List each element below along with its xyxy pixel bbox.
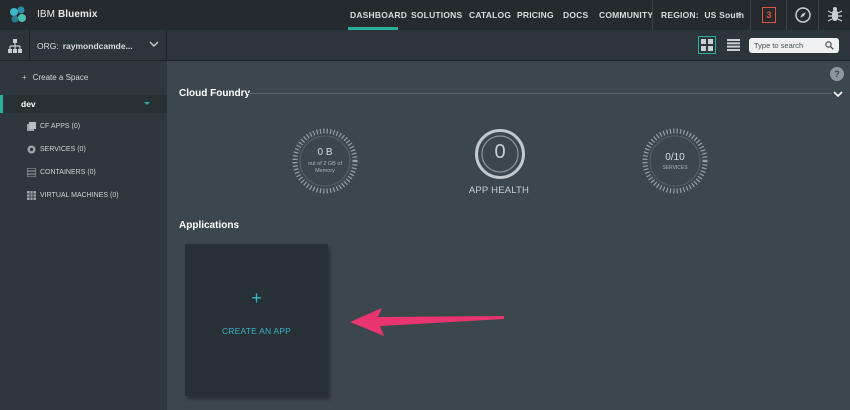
bug-avatar-icon xyxy=(827,7,843,22)
nav-separator xyxy=(750,0,751,30)
chevron-down-icon[interactable] xyxy=(148,38,160,50)
create-space-link[interactable]: + Create a Space xyxy=(22,73,88,82)
account-button[interactable] xyxy=(818,0,850,30)
memory-gauge[interactable]: 0 B out of 2 GB of Memory xyxy=(292,128,358,194)
sidebar-item-virtual-machines[interactable]: VIRTUAL MACHINES (0) xyxy=(27,191,119,200)
list-icon xyxy=(726,39,740,51)
active-indicator xyxy=(0,95,3,113)
sidebar: + Create a Space dev CF APPS (0) SERVICES… xyxy=(0,61,167,410)
brand-name[interactable]: IBM Bluemix xyxy=(37,9,98,20)
org-name: ORG: raymondcamde... xyxy=(37,41,133,51)
top-navigation-bar: IBM Bluemix DASHBOARD SOLUTIONS CATALOG … xyxy=(0,0,850,30)
region-selector[interactable]: REGION: US South xyxy=(661,10,744,20)
nav-solutions[interactable]: SOLUTIONS xyxy=(411,10,462,20)
sidebar-item-space-dev[interactable]: dev xyxy=(0,95,167,113)
notifications-button[interactable]: 3 xyxy=(752,0,786,30)
nav-community[interactable]: COMMUNITY xyxy=(599,10,653,20)
nav-pricing[interactable]: PRICING xyxy=(517,10,554,20)
section-title-applications: Applications xyxy=(179,220,240,231)
space-name: dev xyxy=(21,99,36,109)
grid-icon xyxy=(701,39,713,51)
memory-sub1: out of 2 GB of xyxy=(308,161,342,167)
notification-count: 3 xyxy=(762,7,776,23)
compass-icon xyxy=(795,7,811,23)
section-title-cloud-foundry: Cloud Foundry xyxy=(179,88,251,99)
sidebar-item-cf-apps[interactable]: CF APPS (0) xyxy=(27,122,80,131)
annotation-arrow-icon xyxy=(350,308,504,336)
help-icon[interactable]: ? xyxy=(830,67,844,81)
dashboard-main: ? Cloud Foundry 0 B out of 2 GB of Memor… xyxy=(167,61,850,410)
app-health-value: 0 xyxy=(494,141,506,163)
nav-catalog[interactable]: CATALOG xyxy=(469,10,511,20)
create-app-label: CREATE AN APP xyxy=(221,326,292,336)
nav-docs[interactable]: DOCS xyxy=(563,10,588,20)
app-health-label: APP HEALTH xyxy=(468,185,530,196)
services-gauge[interactable]: 0/10 SERVICES xyxy=(642,128,708,194)
plus-icon: + xyxy=(22,73,27,82)
services-icon xyxy=(27,145,36,154)
create-app-card[interactable]: + CREATE AN APP xyxy=(185,244,328,396)
cf-apps-icon xyxy=(27,122,36,131)
memory-sub2: Memory xyxy=(315,168,335,174)
org-hierarchy-icon xyxy=(8,39,22,53)
divider xyxy=(29,30,30,61)
app-health-gauge[interactable]: 0 xyxy=(474,128,526,180)
region-label: REGION: xyxy=(661,10,699,20)
services-value: 0/10 xyxy=(665,152,685,163)
virtual-machines-icon xyxy=(27,191,36,200)
plus-icon: + xyxy=(251,288,262,308)
search-placeholder: Type to search xyxy=(754,41,804,50)
memory-value: 0 B xyxy=(317,147,333,158)
caret-down-icon[interactable] xyxy=(144,102,150,105)
containers-icon xyxy=(27,168,36,177)
org-toolbar: ORG: raymondcamde... Type to search xyxy=(0,30,850,61)
sidebar-item-containers[interactable]: CONTAINERS (0) xyxy=(27,168,96,177)
list-view-button[interactable] xyxy=(724,36,742,54)
bluemix-logo-icon[interactable] xyxy=(8,5,28,25)
sidebar-item-services[interactable]: SERVICES (0) xyxy=(27,145,86,154)
divider xyxy=(247,93,832,94)
search-icon xyxy=(825,41,834,50)
compass-button[interactable] xyxy=(786,0,820,30)
chevron-right-icon[interactable]: › xyxy=(737,9,740,19)
org-selector[interactable]: ORG: raymondcamde... xyxy=(0,30,167,61)
grid-view-button[interactable] xyxy=(698,36,716,54)
collapse-chevron-icon[interactable] xyxy=(833,90,843,98)
services-label: SERVICES xyxy=(662,165,688,171)
nav-separator xyxy=(652,0,653,30)
nav-dashboard[interactable]: DASHBOARD xyxy=(350,10,407,20)
search-input[interactable]: Type to search xyxy=(749,38,839,53)
